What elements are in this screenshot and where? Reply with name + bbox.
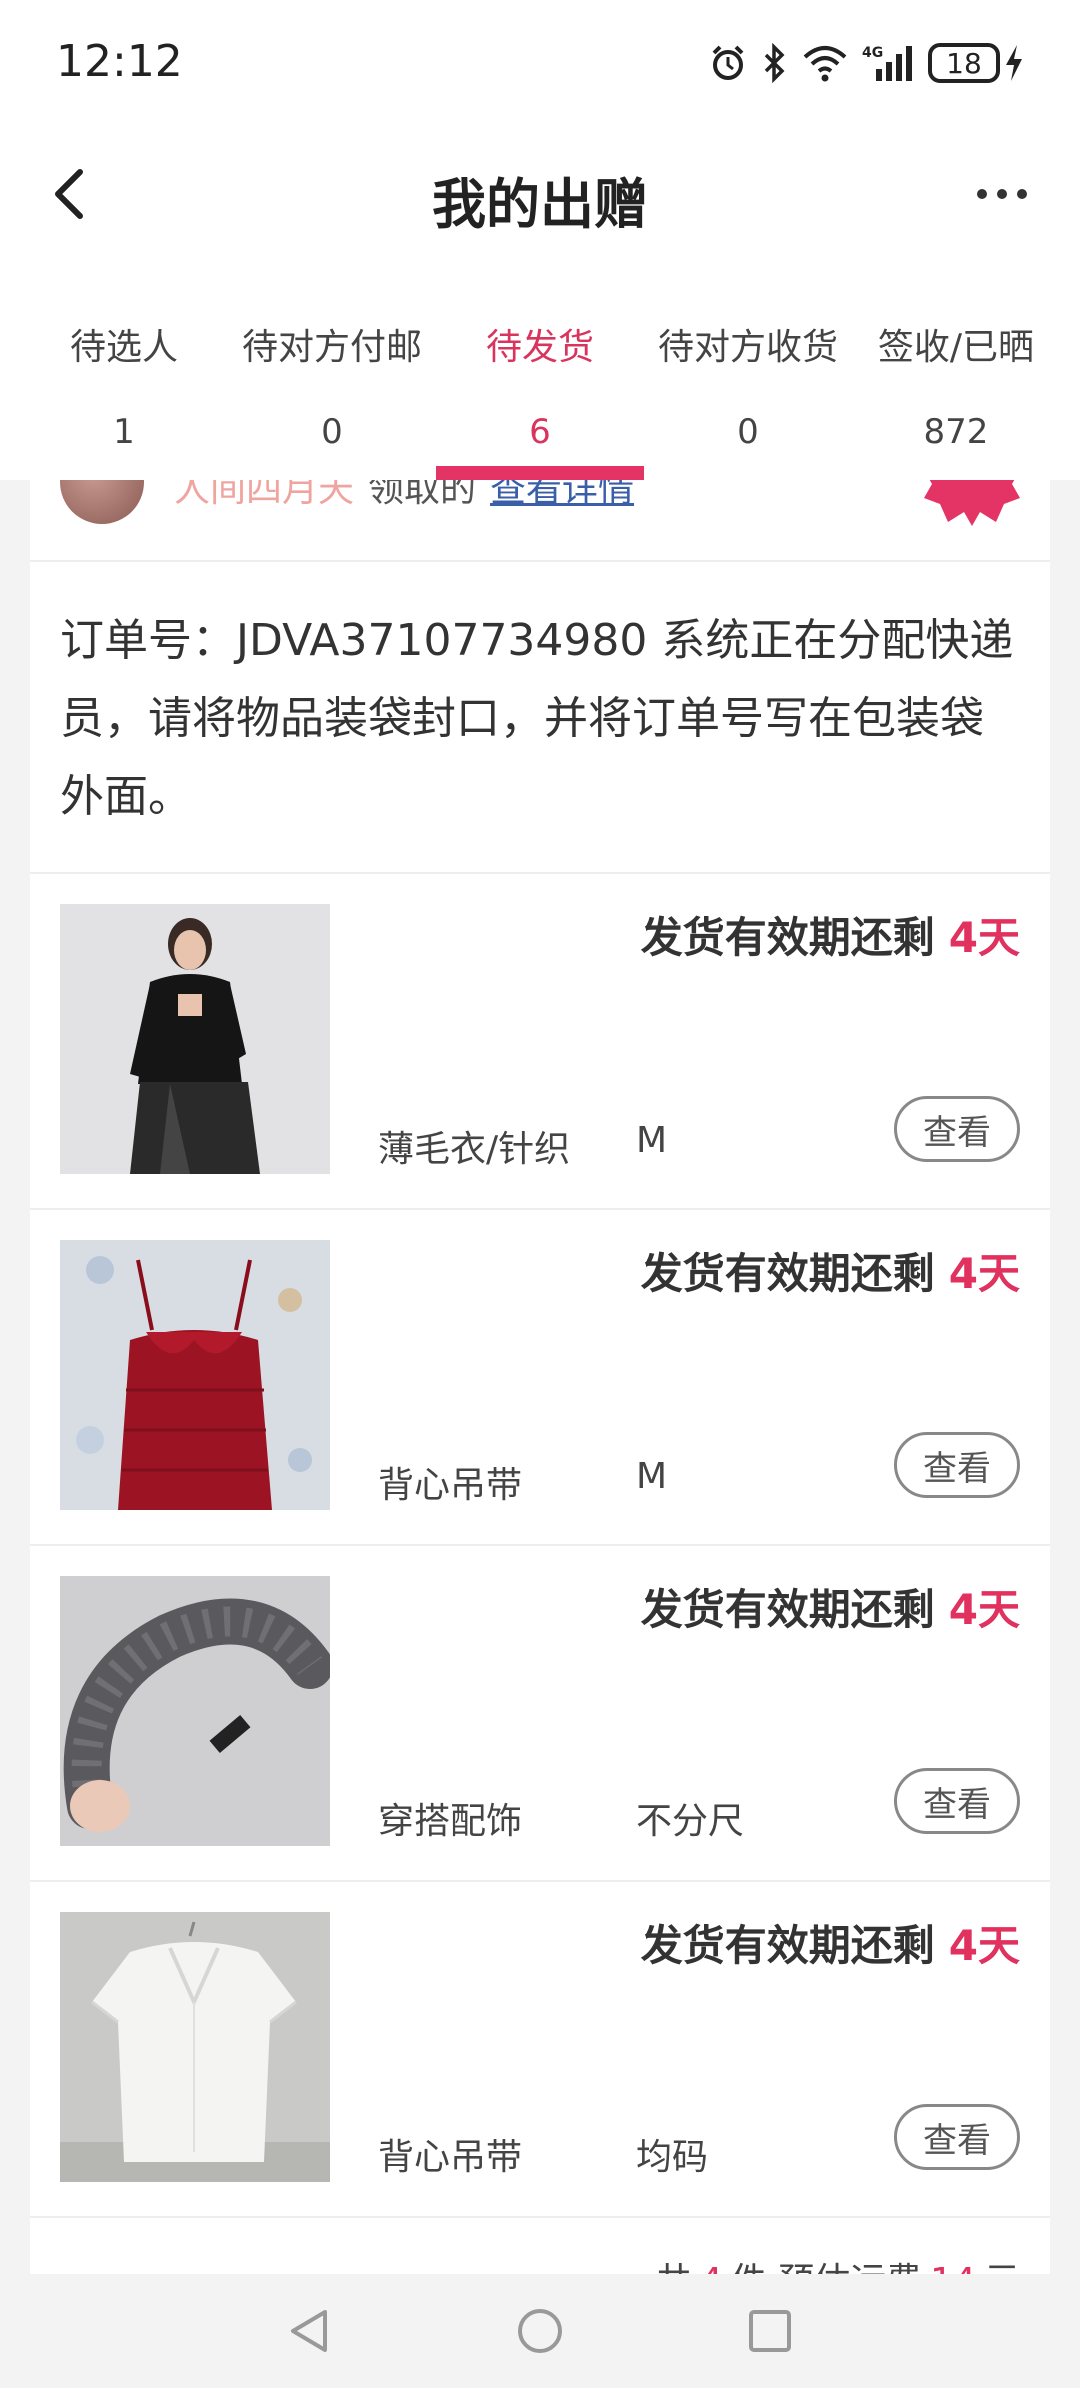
item-photo[interactable] xyxy=(60,1912,330,2182)
status-time: 12:12 xyxy=(56,36,183,87)
summary-middle: 件 预估运费 xyxy=(731,2261,922,2274)
tab-count: 0 xyxy=(321,412,343,452)
order-info: 订单号：JDVA37107734980 系统正在分配快递员，请将物品装袋封口，并… xyxy=(30,562,1050,874)
list-item: 发货有效期还剩 4天 背心吊带 M 查看 xyxy=(30,1210,1050,1546)
item-size: M xyxy=(636,1120,668,1161)
nav-recents-button[interactable] xyxy=(740,2301,800,2361)
nav-home-icon xyxy=(518,2309,562,2353)
item-photo[interactable] xyxy=(60,904,330,1174)
deadline-days: 4天 xyxy=(948,1249,1020,1298)
deadline-days: 4天 xyxy=(948,1921,1020,1970)
deadline-days: 4天 xyxy=(948,913,1020,962)
tab-pending-receipt[interactable]: 待对方收货 0 xyxy=(644,290,852,480)
tab-label: 待选人 xyxy=(69,327,178,368)
item-category: 背心吊带 xyxy=(378,2137,523,2178)
tab-count: 0 xyxy=(737,412,759,452)
battery-icon: 18 xyxy=(928,43,1024,83)
giver-text: 人间四月天 领取的 查看详情 xyxy=(174,480,634,512)
charging-icon xyxy=(1006,45,1022,81)
battery-level: 18 xyxy=(928,43,1000,83)
summary-text: 共4 件 预估运费 14 元 xyxy=(656,2252,1020,2274)
nav-back-icon xyxy=(291,2310,327,2352)
wifi-icon xyxy=(803,46,847,82)
item-photo-sweater xyxy=(60,904,330,1174)
alarm-icon xyxy=(712,45,744,80)
deadline-days: 4天 xyxy=(948,1585,1020,1634)
tab-label: 签收/已晒 xyxy=(877,327,1035,368)
view-button[interactable]: 查看 xyxy=(894,1432,1020,1498)
tab-label: 待发货 xyxy=(485,327,594,368)
content-area: 人间四月天 领取的 查看详情 订单号：JDVA37107734980 系统正在分配快… xyxy=(0,480,1080,2274)
list-item: 发货有效期还剩 4天 薄毛衣/针织 M 查看 xyxy=(30,874,1050,1210)
order-card: 人间四月天 领取的 查看详情 订单号：JDVA37107734980 系统正在分配快… xyxy=(30,480,1050,2274)
item-deadline: 发货有效期还剩 4天 xyxy=(641,1576,1020,1637)
deadline-label: 发货有效期还剩 xyxy=(640,1585,935,1634)
item-photo-camisole xyxy=(60,1240,330,1510)
more-icon-dot xyxy=(997,189,1007,199)
item-deadline: 发货有效期还剩 4天 xyxy=(641,1240,1020,1301)
signal-icon: 4G xyxy=(862,45,912,81)
item-deadline: 发货有效期还剩 4天 xyxy=(641,904,1020,965)
item-photo-white-top xyxy=(60,1912,330,2182)
tab-received[interactable]: 签收/已晒 872 xyxy=(852,290,1060,480)
item-photo-headband xyxy=(60,1576,330,1846)
list-item: 发货有效期还剩 4天 背心吊带 均码 查看 xyxy=(30,1882,1050,2218)
order-summary: 共4 件 预估运费 14 元 xyxy=(30,2218,1050,2274)
item-photo[interactable] xyxy=(60,1576,330,1846)
summary-suffix: 元 xyxy=(984,2261,1020,2274)
tab-pending-postage[interactable]: 待对方付邮 0 xyxy=(228,290,436,480)
giver-name: 人间四月天 xyxy=(174,480,355,510)
tab-count: 872 xyxy=(923,412,989,452)
item-size: M xyxy=(636,1456,668,1497)
new-badge-icon xyxy=(924,480,1020,526)
header: 我的出赠 xyxy=(0,130,1080,260)
deadline-label: 发货有效期还剩 xyxy=(640,1921,935,1970)
deadline-label: 发货有效期还剩 xyxy=(640,1249,935,1298)
item-size: 均码 xyxy=(636,2137,709,2178)
svg-text:4G: 4G xyxy=(862,45,883,61)
view-details-link[interactable]: 查看详情 xyxy=(490,480,634,510)
giver-row: 人间四月天 领取的 查看详情 xyxy=(30,480,1050,562)
item-category: 薄毛衣/针织 xyxy=(378,1129,571,1170)
summary-count: 4 xyxy=(700,2261,723,2274)
list-item: 发货有效期还剩 4天 穿搭配饰 不分尺 查看 xyxy=(30,1546,1050,1882)
tab-underline xyxy=(436,466,644,480)
avatar[interactable] xyxy=(60,480,144,524)
deadline-label: 发货有效期还剩 xyxy=(640,913,935,962)
item-deadline: 发货有效期还剩 4天 xyxy=(641,1912,1020,1973)
view-button[interactable]: 查看 xyxy=(894,1096,1020,1162)
nav-back-button[interactable] xyxy=(280,2301,340,2361)
tab-label: 待对方收货 xyxy=(657,327,838,368)
summary-prefix: 共 xyxy=(656,2261,692,2274)
system-nav-bar xyxy=(0,2274,1080,2388)
bluetooth-icon xyxy=(764,43,785,83)
view-button[interactable]: 查看 xyxy=(894,2104,1020,2170)
tab-count: 1 xyxy=(113,412,135,452)
tab-pending-shipment[interactable]: 待发货 6 xyxy=(436,290,644,480)
giver-claim: 领取的 xyxy=(368,480,477,510)
nav-recents-icon xyxy=(749,2310,791,2352)
more-icon-dot xyxy=(1017,189,1027,199)
tab-pending-select[interactable]: 待选人 1 xyxy=(20,290,228,480)
nav-home-button[interactable] xyxy=(510,2301,570,2361)
item-category: 背心吊带 xyxy=(378,1465,523,1506)
more-icon xyxy=(977,189,987,199)
order-status-tabs: 待选人 1 待对方付邮 0 待发货 6 待对方收货 0 签收/已晒 872 xyxy=(0,290,1080,480)
page-title: 我的出赠 xyxy=(432,173,648,236)
summary-fee: 14 xyxy=(930,2261,976,2274)
tab-label: 待对方付邮 xyxy=(241,327,422,368)
status-icons: 4G 18 xyxy=(708,38,1024,88)
view-button[interactable]: 查看 xyxy=(894,1768,1020,1834)
item-size: 不分尺 xyxy=(636,1801,745,1842)
item-photo[interactable] xyxy=(60,1240,330,1510)
item-category: 穿搭配饰 xyxy=(378,1801,523,1842)
tab-count: 6 xyxy=(529,412,551,452)
more-button[interactable] xyxy=(962,164,1042,224)
status-bar: 12:12 4G 18 xyxy=(0,0,1080,130)
